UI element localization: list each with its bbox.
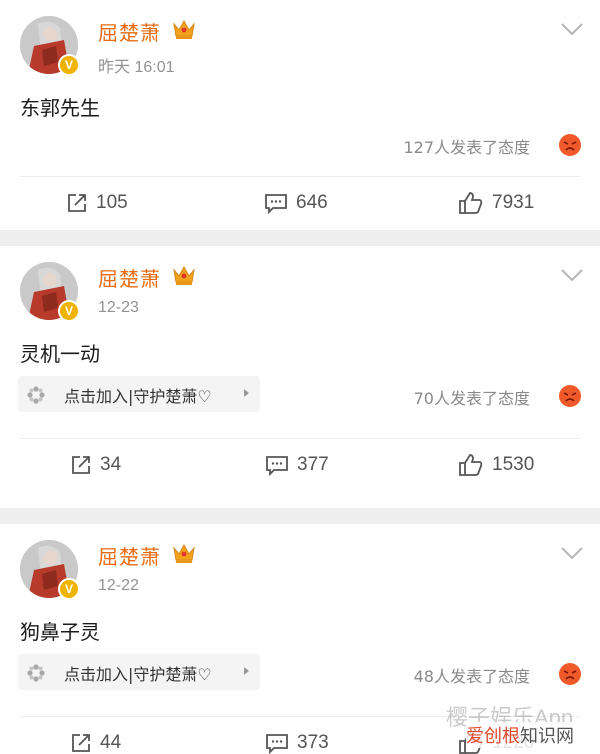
post-text[interactable]: 东郭先生 — [20, 92, 100, 121]
post-text[interactable]: 狗鼻子灵 — [20, 616, 100, 645]
divider — [20, 176, 580, 177]
weibo-feed: V 屈楚萧 昨天 16:01 东郭先生 127人发表了态度 105 646 79… — [0, 0, 600, 754]
chevron-down-icon[interactable] — [560, 268, 584, 282]
like-icon — [459, 192, 483, 214]
like-button[interactable]: 7931 — [458, 191, 534, 215]
fan-group-button[interactable]: 点击加入|守护楚萧♡ — [18, 376, 260, 412]
flower-icon — [27, 664, 45, 682]
arrow-right-icon — [244, 667, 249, 675]
angry-emoji-icon[interactable] — [558, 133, 582, 157]
comment-icon — [266, 456, 288, 476]
verified-icon: V — [58, 54, 80, 76]
chevron-down-icon[interactable] — [560, 546, 584, 560]
watermark-site-a: 爱创根 — [466, 726, 520, 747]
comment-count: 373 — [297, 732, 329, 753]
arrow-right-icon — [244, 389, 249, 397]
fan-group-label: 点击加入|守护楚萧♡ — [64, 665, 212, 684]
repost-icon — [72, 734, 90, 752]
comment-count: 646 — [296, 192, 328, 213]
repost-icon — [68, 194, 86, 212]
like-button[interactable]: 1530 — [458, 453, 534, 477]
attitude-count[interactable]: 48人发表了态度 — [414, 663, 530, 687]
comment-count: 377 — [297, 454, 329, 475]
repost-button[interactable]: 44 — [70, 732, 121, 754]
post-card: V 屈楚萧 12-23 灵机一动 点击加入|守护楚萧♡ 70人发表了态度 34 … — [0, 246, 600, 508]
author-name[interactable]: 屈楚萧 — [98, 263, 161, 292]
feed-separator — [0, 230, 600, 246]
attitude-count[interactable]: 70人发表了态度 — [414, 385, 530, 409]
angry-emoji-icon[interactable] — [558, 384, 582, 408]
chevron-down-icon[interactable] — [560, 22, 584, 36]
watermark-site: 爱创根知识网 — [466, 722, 574, 748]
repost-count: 105 — [96, 192, 128, 213]
repost-button[interactable]: 105 — [66, 192, 128, 214]
feed-separator — [0, 508, 600, 524]
comment-icon — [265, 194, 287, 214]
comment-icon — [266, 734, 288, 754]
like-count: 7931 — [492, 192, 535, 213]
verified-icon: V — [58, 578, 80, 600]
fan-group-button[interactable]: 点击加入|守护楚萧♡ — [18, 654, 260, 690]
comment-button[interactable]: 646 — [264, 192, 328, 214]
watermark-site-b: 知识网 — [520, 726, 574, 747]
like-count: 1530 — [492, 454, 535, 475]
post-time: 昨天 16:01 — [98, 59, 175, 76]
repost-count: 34 — [100, 454, 122, 475]
comment-button[interactable]: 377 — [265, 454, 329, 476]
repost-icon — [72, 456, 90, 474]
post-text[interactable]: 灵机一动 — [20, 338, 100, 367]
author-name[interactable]: 屈楚萧 — [98, 541, 161, 570]
crown-icon[interactable] — [172, 264, 196, 286]
repost-count: 44 — [100, 732, 122, 753]
divider — [20, 438, 580, 439]
post-time: 12-23 — [98, 299, 139, 316]
verified-icon: V — [58, 300, 80, 322]
author-name[interactable]: 屈楚萧 — [98, 17, 161, 46]
crown-icon[interactable] — [172, 542, 196, 564]
attitude-count[interactable]: 127人发表了态度 — [403, 134, 530, 158]
post-card: V 屈楚萧 昨天 16:01 东郭先生 127人发表了态度 105 646 79… — [0, 0, 600, 230]
like-icon — [459, 454, 483, 476]
crown-icon[interactable] — [172, 18, 196, 40]
fan-group-label: 点击加入|守护楚萧♡ — [64, 387, 212, 406]
flower-icon — [27, 386, 45, 404]
post-time: 12-22 — [98, 577, 139, 594]
repost-button[interactable]: 34 — [70, 454, 121, 476]
angry-emoji-icon[interactable] — [558, 662, 582, 686]
comment-button[interactable]: 373 — [265, 732, 329, 754]
